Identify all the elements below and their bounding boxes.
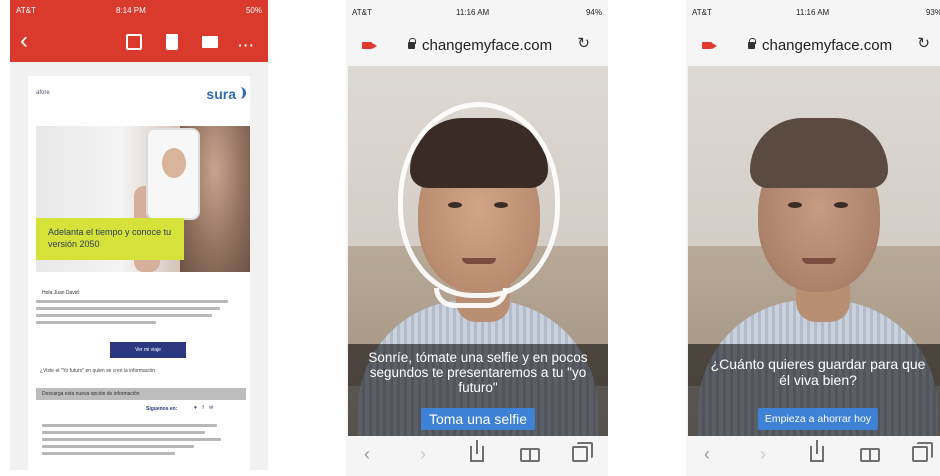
address-bar[interactable]: changemyface.com ↻ [346,28,608,62]
back-icon[interactable]: ‹ [704,444,710,465]
status-bar: AT&T 11:16 AM 94% [346,6,608,20]
address-bar[interactable]: changemyface.com ↻ [686,28,940,62]
future-self-screen: AT&T 11:16 AM 93% changemyface.com ↻ ¿Cu… [686,0,940,476]
url-text[interactable]: changemyface.com [422,37,552,54]
lock-icon [408,38,416,49]
camera-recording-icon [362,42,377,49]
take-selfie-button[interactable]: Toma una selfie [420,408,536,430]
battery: 93% [925,8,940,17]
face-guide-neck [434,288,508,308]
tabs-icon[interactable] [572,442,593,462]
selfie-screen: AT&T 11:16 AM 94% changemyface.com ↻ Son… [346,0,608,476]
camera-view: Sonríe, tómate una selfie y en pocos seg… [348,66,608,436]
more-icon[interactable]: ··· [238,38,254,56]
reload-icon[interactable]: ↻ [577,34,590,52]
face-image [162,148,186,178]
email-note: ¿Viste el "Yo futuro" en quien se creó l… [40,368,156,374]
share-label: Síguenos en: [146,406,178,412]
download-bar[interactable]: Descarga esta nueva opción de informació… [36,388,246,400]
lock-icon [748,38,756,49]
back-icon[interactable]: ‹ [20,28,28,54]
mail-toolbar: ‹ ··· [10,28,268,58]
aged-photo-view: ¿Cuánto quieres guardar para que él viva… [688,66,940,436]
email-footer-text [42,424,232,459]
battery: 94% [585,8,602,17]
start-saving-button[interactable]: Empieza a ahorrar hoy [757,408,879,430]
clock: 11:16 AM [796,8,830,17]
reload-icon[interactable]: ↻ [917,34,930,52]
mail-app-screen: AT&T 8:14 PM 50% ‹ ··· afore sura Adelan… [10,0,268,470]
email-sender: afore [36,90,50,96]
share-icon[interactable] [470,440,484,462]
bookmarks-icon[interactable] [520,448,540,462]
held-phone-image [146,128,200,220]
tabs-icon[interactable] [912,442,933,462]
clock: 11:16 AM [456,8,490,17]
forward-icon[interactable]: › [760,444,766,465]
mail-icon[interactable] [202,36,218,48]
hero-banner: Adelanta el tiempo y conoce tu versión 2… [36,218,184,260]
face-guide-outline [398,102,560,298]
url-text[interactable]: changemyface.com [762,37,892,54]
clock: 8:14 PM [116,6,146,15]
carrier: AT&T [16,6,36,15]
hero-image: Adelanta el tiempo y conoce tu versión 2… [36,126,250,272]
browser-toolbar: ‹ › [346,436,608,476]
carrier: AT&T [352,8,372,17]
status-bar: AT&T 11:16 AM 93% [686,6,940,20]
brand-logo: sura [206,86,236,102]
brand-mark-icon [240,87,246,99]
forward-icon[interactable]: › [420,444,426,465]
status-bar: AT&T 8:14 PM 50% [16,6,262,18]
trash-icon[interactable] [166,34,178,50]
email-body: afore sura Adelanta el tiempo y conoce t… [28,76,250,470]
email-greeting: Hola Juan David: [42,290,81,296]
browser-toolbar: ‹ › [686,436,940,476]
view-trip-button[interactable]: Ver mi viaje [110,342,186,358]
bookmarks-icon[interactable] [860,448,880,462]
mail-header: AT&T 8:14 PM 50% ‹ ··· [10,0,268,62]
share-icon[interactable] [810,440,824,462]
archive-icon[interactable] [126,34,142,50]
back-icon[interactable]: ‹ [364,444,370,465]
carrier: AT&T [692,8,712,17]
social-icons[interactable]: ♥ f ✉ [194,405,215,411]
email-paragraph [36,300,236,328]
camera-recording-icon [702,42,717,49]
hair-image [750,118,888,188]
battery: 50% [245,6,262,15]
